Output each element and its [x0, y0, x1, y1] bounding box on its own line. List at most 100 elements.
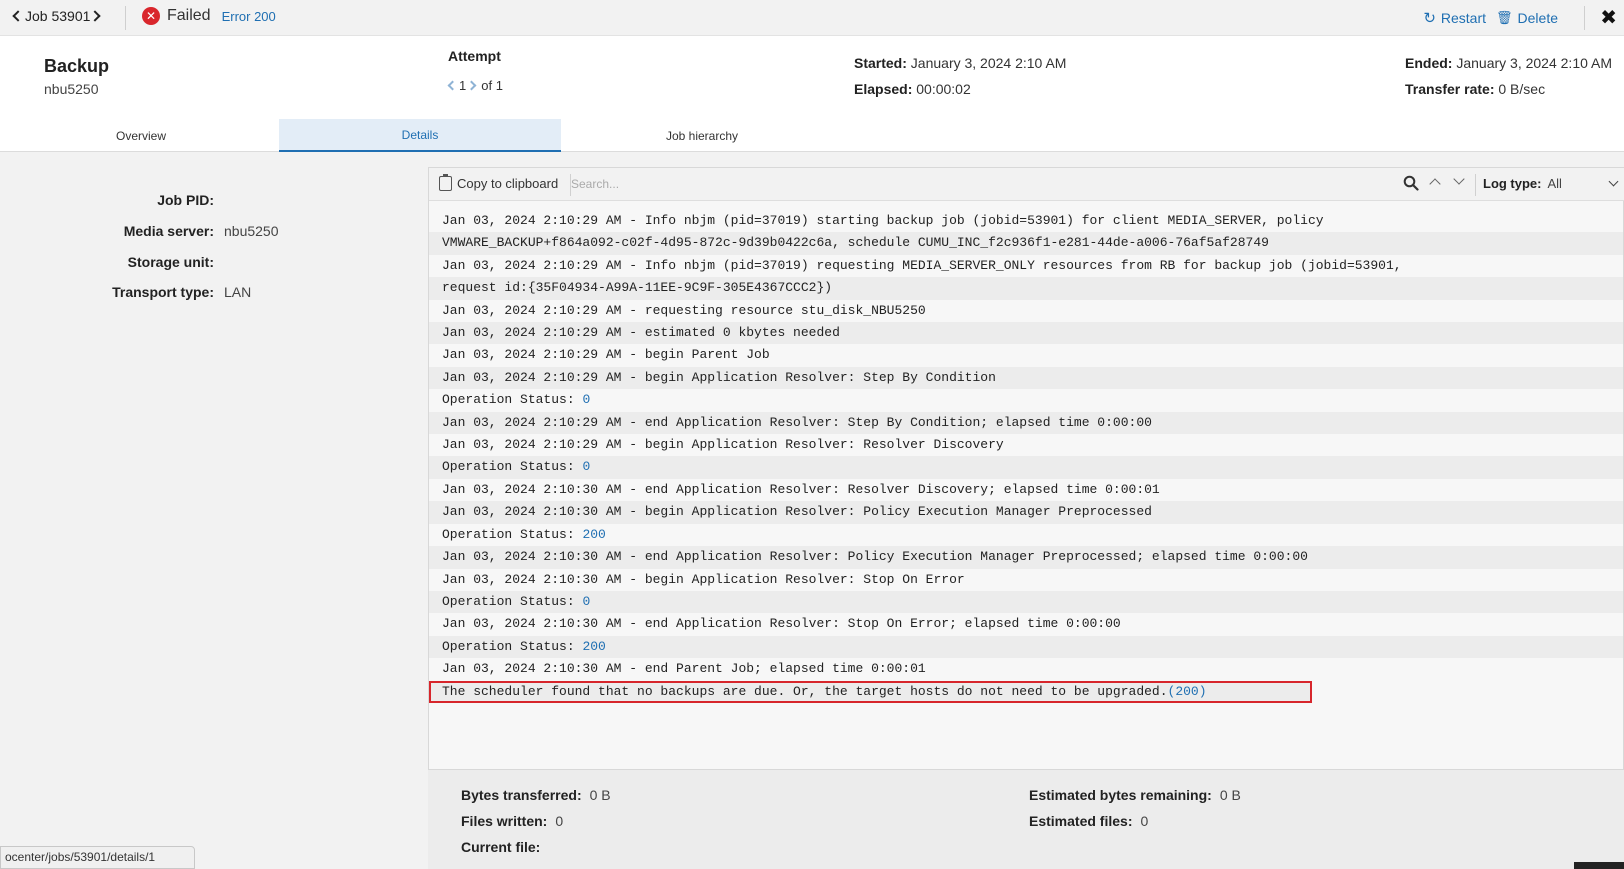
- scroll-corner: [1574, 862, 1624, 869]
- files-written-value: 0: [555, 813, 564, 829]
- next-attempt-icon[interactable]: [466, 80, 477, 91]
- log-line-text: Jan 03, 2024 2:10:30 AM - end Parent Job…: [442, 661, 926, 677]
- attempt-pager: 1 of 1: [447, 78, 503, 93]
- elapsed-value: 00:00:02: [916, 81, 971, 97]
- divider: [1475, 174, 1476, 196]
- log-line: Jan 03, 2024 2:10:30 AM - end Parent Job…: [429, 658, 1623, 681]
- job-header: Backup nbu5250 Attempt 1 of 1 Started: J…: [0, 36, 1624, 152]
- log-line-text: Operation Status:: [442, 459, 583, 475]
- tab-details[interactable]: Details: [279, 119, 561, 152]
- tab-bar: Overview Details Job hierarchy: [0, 119, 1624, 152]
- log-line-text: Jan 03, 2024 2:10:29 AM - estimated 0 kb…: [442, 325, 840, 341]
- media-server-value: nbu5250: [224, 223, 279, 239]
- log-line-text: Jan 03, 2024 2:10:29 AM - begin Applicat…: [442, 437, 1004, 453]
- job-actions: ↻ Restart 🗑 Delete: [1413, 9, 1558, 27]
- current-file-label: Current file:: [461, 839, 541, 855]
- log-line: Operation Status: 200: [429, 635, 1623, 659]
- previous-job-icon[interactable]: [12, 10, 24, 22]
- search-icon[interactable]: [1403, 175, 1419, 191]
- log-line: Jan 03, 2024 2:10:30 AM - begin Applicat…: [429, 501, 1623, 524]
- log-line-text: Jan 03, 2024 2:10:30 AM - end Applicatio…: [442, 616, 1121, 632]
- job-client: nbu5250: [44, 81, 99, 97]
- log-line: Jan 03, 2024 2:10:29 AM - Info nbjm (pid…: [429, 210, 1623, 233]
- delete-label: Delete: [1517, 10, 1558, 26]
- delete-button[interactable]: 🗑 Delete: [1496, 10, 1558, 26]
- transfer-rate-value: 0 B/sec: [1498, 81, 1546, 97]
- failed-icon: ✕: [142, 7, 160, 25]
- previous-match-icon[interactable]: [1429, 178, 1441, 190]
- storage-unit-label: Storage unit:: [127, 254, 214, 270]
- attempt-total: of 1: [481, 78, 503, 93]
- estimated-files-value: 0: [1140, 813, 1149, 829]
- error-code-link[interactable]: (200): [1168, 684, 1207, 699]
- log-type-select[interactable]: Log type: All: [1483, 176, 1618, 191]
- job-pid-label: Job PID:: [157, 192, 214, 208]
- job-pid-row: Job PID:: [0, 192, 224, 208]
- elapsed-label: Elapsed:: [854, 81, 913, 97]
- log-line: Jan 03, 2024 2:10:29 AM - Info nbjm (pid…: [429, 254, 1623, 278]
- log-line: Jan 03, 2024 2:10:30 AM - end Applicatio…: [429, 613, 1623, 636]
- job-type: Backup: [44, 56, 110, 76]
- bytes-transferred-field: Bytes transferred: 0 B: [461, 787, 611, 803]
- job-label: Job 53901: [25, 8, 91, 24]
- bytes-transferred-label: Bytes transferred:: [461, 787, 582, 803]
- log-line: Operation Status: 0: [429, 590, 1623, 614]
- current-file-field: Current file:: [461, 839, 548, 855]
- estimated-bytes-field: Estimated bytes remaining: 0 B: [1029, 787, 1241, 803]
- log-line-text: Jan 03, 2024 2:10:29 AM - begin Applicat…: [442, 369, 996, 385]
- log-line-text: Jan 03, 2024 2:10:29 AM - requesting res…: [442, 302, 926, 318]
- ended-value: January 3, 2024 2:10 AM: [1456, 55, 1613, 71]
- elapsed-field: Elapsed: 00:00:02: [854, 81, 971, 97]
- status-label: Failed: [167, 7, 211, 24]
- started-value: January 3, 2024 2:10 AM: [910, 55, 1067, 71]
- log-line: request id:{35F04934-A99A-11EE-9C9F-305E…: [429, 277, 1623, 300]
- transport-type-row: Transport type: LAN: [0, 284, 251, 300]
- transport-type-label: Transport type:: [112, 284, 214, 300]
- log-type-label: Log type:: [1483, 176, 1542, 191]
- log-line-text: Operation Status:: [442, 526, 583, 542]
- divider: [125, 6, 126, 30]
- job-details-panel: Job PID: Media server: nbu5250 Storage u…: [0, 152, 428, 869]
- log-line-text: The scheduler found that no backups are …: [442, 683, 1168, 699]
- log-line-text: Operation Status:: [442, 392, 583, 408]
- log-toolbar: Copy to clipboard Log type: All: [429, 168, 1624, 201]
- log-line: Jan 03, 2024 2:10:29 AM - begin Applicat…: [429, 366, 1623, 390]
- log-line-error-message: The scheduler found that no backups are …: [429, 680, 1312, 703]
- top-bar: Job 53901 ✕ Failed Error 200 ↻ Restart 🗑…: [0, 0, 1624, 36]
- restart-button[interactable]: ↻ Restart: [1423, 9, 1486, 27]
- log-lines: Jan 03, 2024 2:10:29 AM - Info nbjm (pid…: [429, 210, 1623, 703]
- operation-status-value: 200: [582, 526, 606, 542]
- log-line-text: request id:{35F04934-A99A-11EE-9C9F-305E…: [442, 280, 833, 296]
- restart-icon: ↻: [1423, 9, 1436, 27]
- restart-label: Restart: [1440, 10, 1487, 26]
- bytes-transferred-value: 0 B: [589, 787, 611, 803]
- attempt-title: Attempt: [448, 48, 501, 64]
- log-line: Jan 03, 2024 2:10:29 AM - end Applicatio…: [429, 411, 1623, 435]
- log-line: Jan 03, 2024 2:10:29 AM - requesting res…: [429, 299, 1623, 323]
- log-line: Jan 03, 2024 2:10:29 AM - begin Applicat…: [429, 434, 1623, 457]
- log-line-text: VMWARE_BACKUP+f864a092-c02f-4d95-872c-9d…: [442, 235, 1269, 251]
- tab-overview[interactable]: Overview: [0, 119, 282, 152]
- log-line-text: Jan 03, 2024 2:10:30 AM - begin Applicat…: [442, 504, 1152, 520]
- log-panel: Copy to clipboard Log type: All Jan 03, …: [428, 167, 1624, 770]
- operation-status-value: 0: [582, 392, 591, 408]
- tab-job-hierarchy[interactable]: Job hierarchy: [561, 119, 843, 152]
- previous-attempt-icon[interactable]: [447, 80, 458, 91]
- attempt-current: 1: [459, 78, 467, 93]
- error-code-link[interactable]: Error 200: [222, 9, 276, 24]
- next-job-icon[interactable]: [89, 10, 102, 22]
- media-server-label: Media server:: [123, 223, 214, 239]
- close-icon[interactable]: ✖: [1600, 5, 1617, 29]
- next-match-icon[interactable]: [1453, 173, 1465, 185]
- chevron-down-icon: [1608, 176, 1618, 187]
- started-label: Started:: [854, 55, 907, 71]
- transfer-stats: Bytes transferred: 0 B Files written: 0 Cu…: [428, 770, 1624, 869]
- estimated-files-field: Estimated files: 0: [1029, 813, 1148, 829]
- transport-type-value: LAN: [224, 284, 252, 300]
- log-line-text: Jan 03, 2024 2:10:30 AM - begin Applicat…: [442, 571, 965, 587]
- clipboard-icon: [439, 174, 452, 191]
- log-search-input[interactable]: [571, 173, 1171, 195]
- copy-to-clipboard-button[interactable]: Copy to clipboard: [439, 174, 558, 191]
- estimated-bytes-value: 0 B: [1219, 787, 1241, 803]
- log-line-text: Jan 03, 2024 2:10:30 AM - end Applicatio…: [442, 481, 1160, 497]
